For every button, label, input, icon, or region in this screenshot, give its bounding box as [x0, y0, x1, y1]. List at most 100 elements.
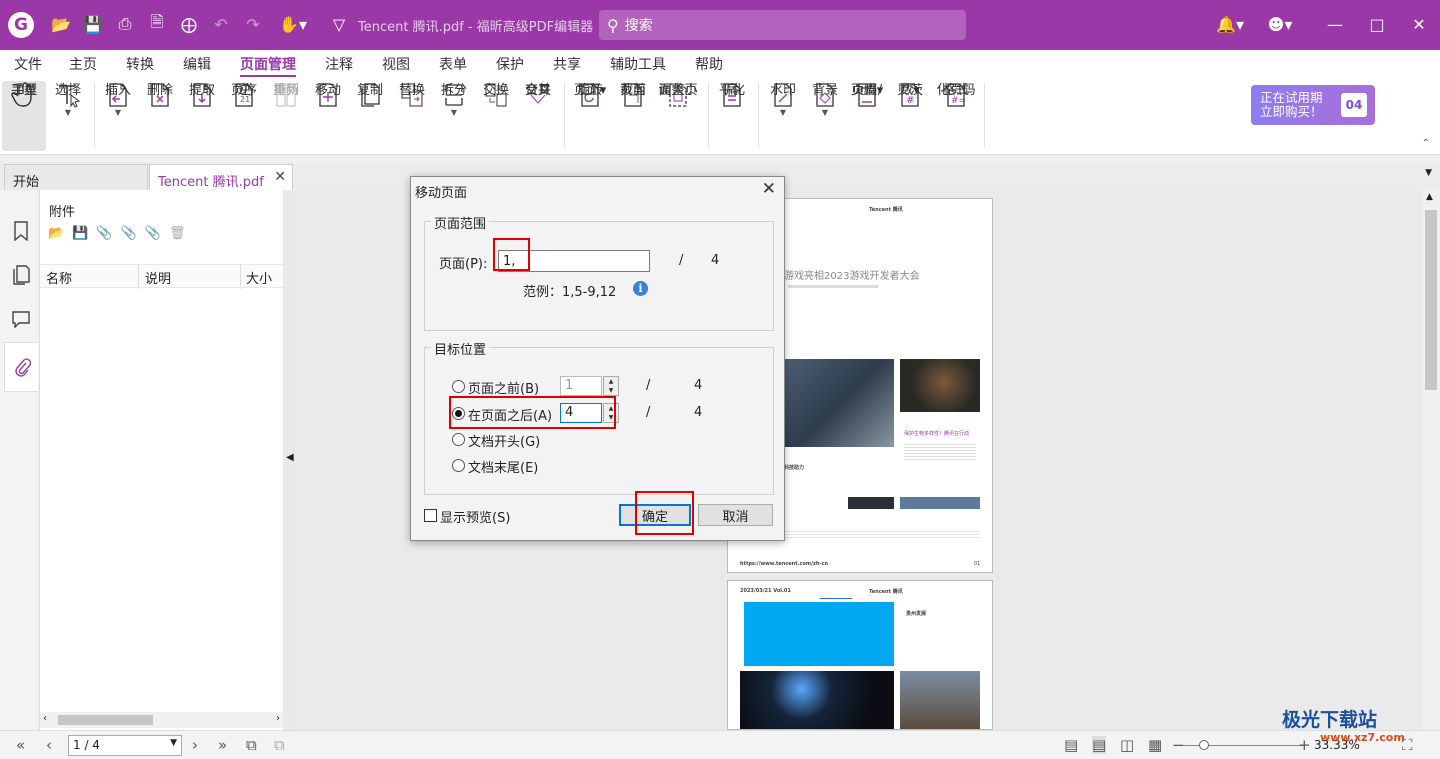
bookmark-icon[interactable]	[10, 220, 32, 242]
menu-home[interactable]: 主页	[69, 54, 97, 74]
next-view-icon[interactable]: ⧉	[274, 736, 285, 754]
tab-list-dropdown-icon[interactable]: ▼	[1425, 168, 1432, 178]
insert-page-button[interactable]: 插入 ▼	[94, 81, 142, 117]
notification-bell-icon[interactable]: 🔔▾	[1212, 13, 1248, 35]
before-page-input[interactable]: 1	[560, 376, 602, 396]
comments-icon[interactable]	[10, 308, 32, 330]
scroll-up-icon[interactable]: ▲	[1426, 192, 1433, 202]
pages-icon[interactable]	[10, 264, 32, 286]
split-document-button[interactable]: 拆分 ▼	[430, 81, 478, 117]
swap-pages-button[interactable]: 交换	[472, 81, 520, 109]
continuous-view-icon[interactable]: ▤	[1092, 736, 1107, 754]
flatten-button[interactable]: 扁平化	[708, 81, 756, 109]
before-page-radio[interactable]	[452, 380, 465, 393]
hand-tool-dropdown-icon[interactable]: ✋▾	[276, 13, 310, 35]
page-dropdown-icon[interactable]: ▼	[170, 738, 177, 748]
open-attachment-icon[interactable]: 📂	[48, 226, 72, 241]
hand-tool-button[interactable]: 手型 工具	[2, 81, 46, 151]
menu-view[interactable]: 视图	[382, 54, 410, 74]
attach-file-icon[interactable]: 📎	[121, 226, 145, 241]
menu-file[interactable]: 文件	[14, 54, 42, 74]
move-page-button[interactable]: 移动	[304, 81, 352, 109]
menu-help[interactable]: 帮助	[695, 54, 723, 74]
new-doc-icon[interactable]: 🗎	[146, 12, 168, 35]
menu-accessibility[interactable]: 辅助工具	[610, 54, 666, 74]
attach-page-icon[interactable]: 📎	[145, 226, 169, 241]
attachments-icon[interactable]	[4, 342, 38, 392]
maximize-icon[interactable]: □	[1366, 13, 1388, 35]
resize-page-button[interactable]: 调整页 面大小	[652, 81, 704, 109]
before-page-label[interactable]: 页面之前(B)	[468, 378, 539, 397]
menu-page-management[interactable]: 页面管理	[240, 54, 296, 78]
attachments-horizontal-scrollbar[interactable]: ‹ ›	[40, 712, 283, 728]
minimize-icon[interactable]: —	[1324, 13, 1346, 35]
menu-comment[interactable]: 注释	[325, 54, 353, 74]
close-tab-icon[interactable]: ✕	[274, 169, 286, 185]
menu-edit[interactable]: 编辑	[183, 54, 211, 74]
undo-icon[interactable]: ↶	[210, 13, 232, 35]
user-account-icon[interactable]: ☻▾	[1260, 13, 1300, 35]
document-vertical-scrollbar[interactable]: ▲	[1422, 190, 1440, 730]
trial-purchase-banner[interactable]: 正在试用期 立即购买！ 04	[1251, 85, 1375, 125]
interleave-merge-button[interactable]: 交叉 合并	[514, 81, 562, 109]
scroll-thumb[interactable]	[58, 715, 153, 725]
collapse-ribbon-icon[interactable]: ⌃	[1422, 138, 1430, 149]
collapse-panel-icon[interactable]: ◀	[286, 452, 294, 463]
menu-protect[interactable]: 保护	[496, 54, 524, 74]
before-page-stepper[interactable]: ▲ ▼	[603, 376, 619, 396]
close-window-icon[interactable]: ✕	[1408, 13, 1430, 35]
crop-page-button[interactable]: 裁剪 页面	[609, 81, 657, 109]
add-attachment-icon[interactable]: 📎	[96, 226, 120, 241]
create-icon[interactable]: ⨁	[178, 13, 200, 35]
continuous-facing-view-icon[interactable]: ▦	[1148, 736, 1162, 754]
menu-form[interactable]: 表单	[439, 54, 467, 74]
reverse-pages-button[interactable]: 21 逆页序	[220, 81, 268, 109]
last-page-icon[interactable]: »	[218, 736, 227, 754]
scroll-left-icon[interactable]: ‹	[43, 713, 47, 724]
replace-page-button[interactable]: 替换	[388, 81, 436, 109]
extract-page-button[interactable]: 提取	[178, 81, 226, 109]
format-page-number-button[interactable]: #= 格式 化页码	[932, 81, 980, 109]
save-attachment-icon[interactable]: 💾	[72, 226, 96, 241]
tab-start[interactable]: 开始	[4, 164, 148, 190]
info-icon[interactable]: i	[633, 281, 648, 296]
show-preview-checkbox[interactable]	[424, 509, 437, 522]
menu-share[interactable]: 共享	[553, 54, 581, 74]
show-preview-label[interactable]: 显示预览(S)	[440, 507, 510, 526]
previous-page-icon[interactable]: ‹	[46, 736, 52, 754]
menu-convert[interactable]: 转换	[126, 54, 154, 74]
save-icon[interactable]: 💾	[82, 13, 104, 35]
dialog-close-icon[interactable]: ✕	[762, 179, 776, 199]
tab-document[interactable]: Tencent 腾讯.pdf ✕	[149, 164, 293, 190]
watermark-button[interactable]: 水印 ▼	[759, 81, 807, 117]
next-page-icon[interactable]: ›	[192, 736, 198, 754]
vertical-scroll-thumb[interactable]	[1425, 210, 1437, 390]
previous-view-icon[interactable]: ⧉	[246, 736, 257, 754]
cancel-button[interactable]: 取消	[698, 504, 773, 526]
rotate-page-button[interactable]: 旋转 页面▾	[566, 81, 614, 109]
delete-attachment-icon[interactable]: 🗑	[169, 226, 194, 241]
zoom-slider-knob[interactable]	[1199, 740, 1209, 750]
single-page-view-icon[interactable]: ▤	[1064, 736, 1078, 754]
column-name[interactable]: 名称	[46, 268, 72, 287]
panel-splitter[interactable]: ◀	[283, 190, 297, 730]
header-footer-button[interactable]: 页眉/页脚▾	[843, 81, 891, 109]
print-icon[interactable]: ⎙	[114, 13, 136, 35]
document-start-radio[interactable]	[452, 433, 465, 446]
rearrange-pages-button[interactable]: 重新 排列	[262, 81, 310, 109]
column-size[interactable]: 大小	[246, 268, 272, 287]
document-end-radio[interactable]	[452, 459, 465, 472]
delete-page-button[interactable]: 删除	[136, 81, 184, 109]
customize-toolbar-icon[interactable]: ▽	[328, 13, 350, 35]
column-description[interactable]: 说明	[145, 268, 171, 287]
zoom-in-icon[interactable]: +	[1298, 736, 1311, 754]
select-tool-button[interactable]: 选择 ▼	[44, 81, 92, 117]
zoom-slider[interactable]	[1183, 740, 1303, 750]
scroll-right-icon[interactable]: ›	[276, 713, 280, 724]
bates-number-button[interactable]: # 贝茨 数▾	[886, 81, 934, 109]
open-icon[interactable]: 📂	[50, 13, 72, 35]
document-end-label[interactable]: 文档末尾(E)	[468, 457, 538, 476]
background-button[interactable]: 背景 ▼	[801, 81, 849, 117]
document-start-label[interactable]: 文档开头(G)	[468, 431, 540, 450]
page-number-input[interactable]: 1 / 4 ▼	[68, 735, 182, 756]
